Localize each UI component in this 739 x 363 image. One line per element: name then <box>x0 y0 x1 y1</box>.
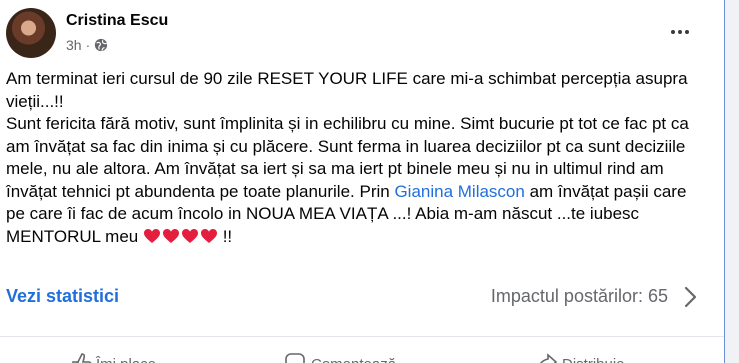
divider <box>0 336 724 337</box>
like-button[interactable]: Îmi place <box>96 356 156 363</box>
heart-emoji-icon <box>181 228 198 243</box>
action-bar: Îmi place Comentează Distribuie <box>0 352 724 363</box>
mention-link[interactable]: Gianina Milascon <box>394 182 524 201</box>
globe-icon[interactable] <box>94 38 108 52</box>
scrollbar-edge <box>724 0 725 363</box>
post-meta: 3h · <box>66 37 108 53</box>
more-options-button[interactable] <box>662 18 698 46</box>
post-header: Cristina Escu 3h · <box>6 8 706 60</box>
heart-emoji-icon <box>200 228 217 243</box>
post-body: Am terminat ieri cursul de 90 zile RESET… <box>6 68 706 248</box>
post-text-intro: Am terminat ieri cursul de 90 zile RESET… <box>6 69 688 111</box>
heart-emoji-icon <box>162 228 179 243</box>
more-dot-icon <box>671 30 675 34</box>
view-insights-link[interactable]: Vezi statistici <box>6 286 119 307</box>
author-name[interactable]: Cristina Escu <box>66 12 168 30</box>
share-button[interactable]: Distribuie <box>562 356 625 363</box>
comment-icon[interactable] <box>284 352 306 363</box>
post-text-end: !! <box>217 226 233 246</box>
chevron-right-icon[interactable] <box>680 284 700 310</box>
more-dot-icon <box>685 30 689 34</box>
heart-emoji-icon <box>143 228 160 243</box>
meta-separator: · <box>85 37 91 53</box>
post-text-main: Sunt fericita fără motiv, sunt împlinita… <box>6 113 706 248</box>
post-time[interactable]: 3h <box>66 37 82 53</box>
share-icon[interactable] <box>536 352 558 363</box>
post-card: Cristina Escu 3h · Am terminat ieri curs… <box>0 0 724 363</box>
hearts-emoji-group <box>143 228 218 244</box>
like-icon[interactable] <box>70 352 92 363</box>
avatar[interactable] <box>6 8 56 58</box>
post-impact-label[interactable]: Impactul postărilor: 65 <box>491 286 668 307</box>
scrollbar-track[interactable] <box>724 0 739 363</box>
more-dot-icon <box>678 30 682 34</box>
comment-button[interactable]: Comentează <box>311 356 396 363</box>
